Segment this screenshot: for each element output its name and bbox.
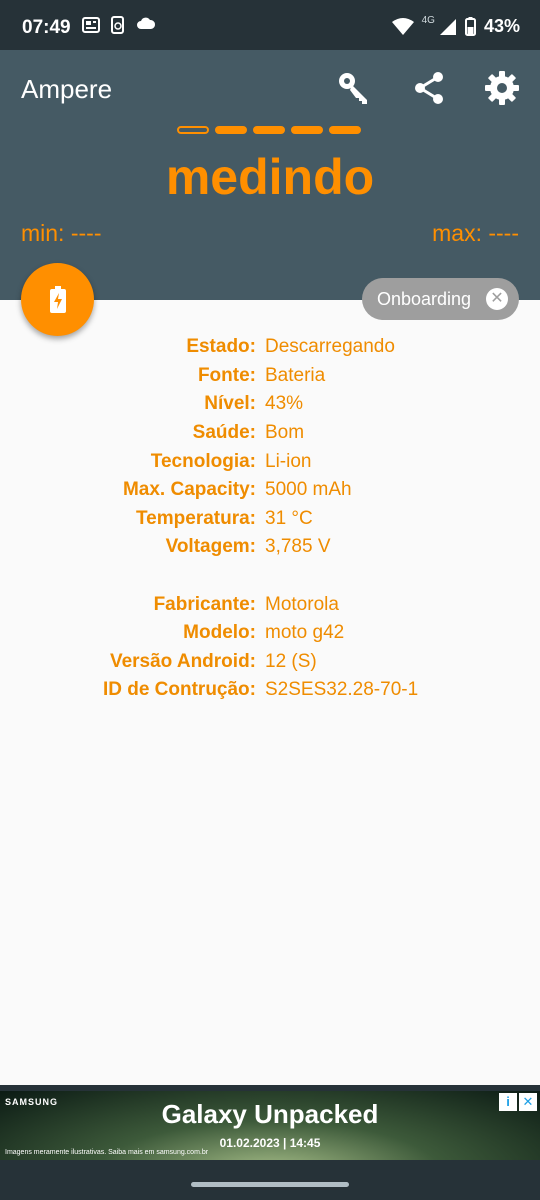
info-row: ID de Contrução: S2SES32.28-70-1 [0,676,540,705]
info-row: Max. Capacity: 5000 mAh [0,476,540,505]
info-label: Saúde: [192,422,256,444]
wifi-icon [391,17,414,35]
ad-headline: Galaxy Unpacked [161,1099,379,1129]
info-value: 43% [265,393,304,415]
ad-banner[interactable]: SAMSUNG Galaxy Unpacked 01.02.2023 | 14:… [0,1091,540,1160]
close-icon[interactable]: ✕ [486,288,508,310]
progress-dot [177,126,209,134]
measure-progress-dots [177,126,361,134]
info-value: Motorola [265,593,339,615]
info-label: Nível: [204,393,256,415]
signal-icon [439,18,456,35]
info-label: Temperatura: [135,507,256,529]
close-icon[interactable]: ✕ [519,1093,537,1111]
info-label: Fabricante: [153,593,256,615]
info-value: S2SES32.28-70-1 [265,679,419,701]
info-row: Temperatura: 31 °C [0,505,540,534]
system-icons: 4G 43% [391,15,520,37]
share-icon[interactable] [411,70,447,106]
navigation-bar [0,1160,540,1200]
battery-percent: 43% [483,16,520,36]
info-row: Tecnologia: Li-ion [0,447,540,476]
info-value: 3,785 V [265,536,331,558]
info-label: Modelo: [183,622,256,644]
max-value: max: ---- [432,220,519,246]
network-type: 4G [421,15,435,26]
status-bar: 07:49 4G 43% [0,0,540,50]
info-value: Bom [265,422,305,444]
info-row: Estado: Descarregando [0,333,540,362]
min-value: min: ---- [21,220,102,246]
battery-info-list: Estado: Descarregando Fonte: Bateria Nível: 4… [0,333,540,705]
progress-dot [329,126,361,134]
info-label: Fonte: [197,364,256,386]
ad-fine-print: Imagens meramente ilustrativas. Saiba ma… [5,1149,209,1156]
info-label: Versão Android: [109,650,256,672]
key-icon[interactable] [335,70,371,106]
battery-icon [464,17,476,36]
info-row: Versão Android: 12 (S) [0,647,540,676]
progress-dot [215,126,247,134]
info-value: Li-ion [265,450,312,472]
progress-dot [291,126,323,134]
home-gesture-handle[interactable] [191,1182,349,1187]
cloud-icon [137,17,156,29]
phone-sync-icon [111,16,124,34]
measurement-status: medindo [165,149,375,205]
info-label: Max. Capacity: [122,479,256,501]
battery-fab-button[interactable] [21,263,94,336]
chip-label: Onboarding [377,288,472,309]
info-value: moto g42 [265,622,345,644]
app-header: Ampere medindo min: ---- max: ---- [0,50,540,300]
info-row: Saúde: Bom [0,419,540,448]
ad-date: 01.02.2023 | 14:45 [219,1136,321,1150]
info-value: 12 (S) [265,650,317,672]
onboarding-chip[interactable]: Onboarding ✕ [362,278,519,320]
info-row: Modelo: moto g42 [0,619,540,648]
news-icon [82,17,100,33]
info-label: ID de Contrução: [102,679,256,701]
info-icon[interactable]: i [499,1093,517,1111]
battery-charging-icon [49,285,66,313]
clock: 07:49 [22,17,71,38]
notification-icons [82,16,156,34]
info-row: Fabricante: Motorola [0,590,540,619]
info-label: Tecnologia: [150,450,256,472]
info-value: Bateria [265,364,326,386]
info-row: Voltagem: 3,785 V [0,533,540,562]
ad-choices[interactable]: i ✕ [499,1093,537,1111]
info-value: 31 °C [265,507,313,529]
info-label: Estado: [186,336,256,358]
gear-icon[interactable] [484,70,520,106]
app-title: Ampere [21,74,113,104]
info-value: 5000 mAh [265,479,352,501]
info-row: Fonte: Bateria [0,362,540,391]
progress-dot [253,126,285,134]
info-label: Voltagem: [165,536,256,558]
info-value: Descarregando [265,336,395,358]
info-row: Nível: 43% [0,390,540,419]
